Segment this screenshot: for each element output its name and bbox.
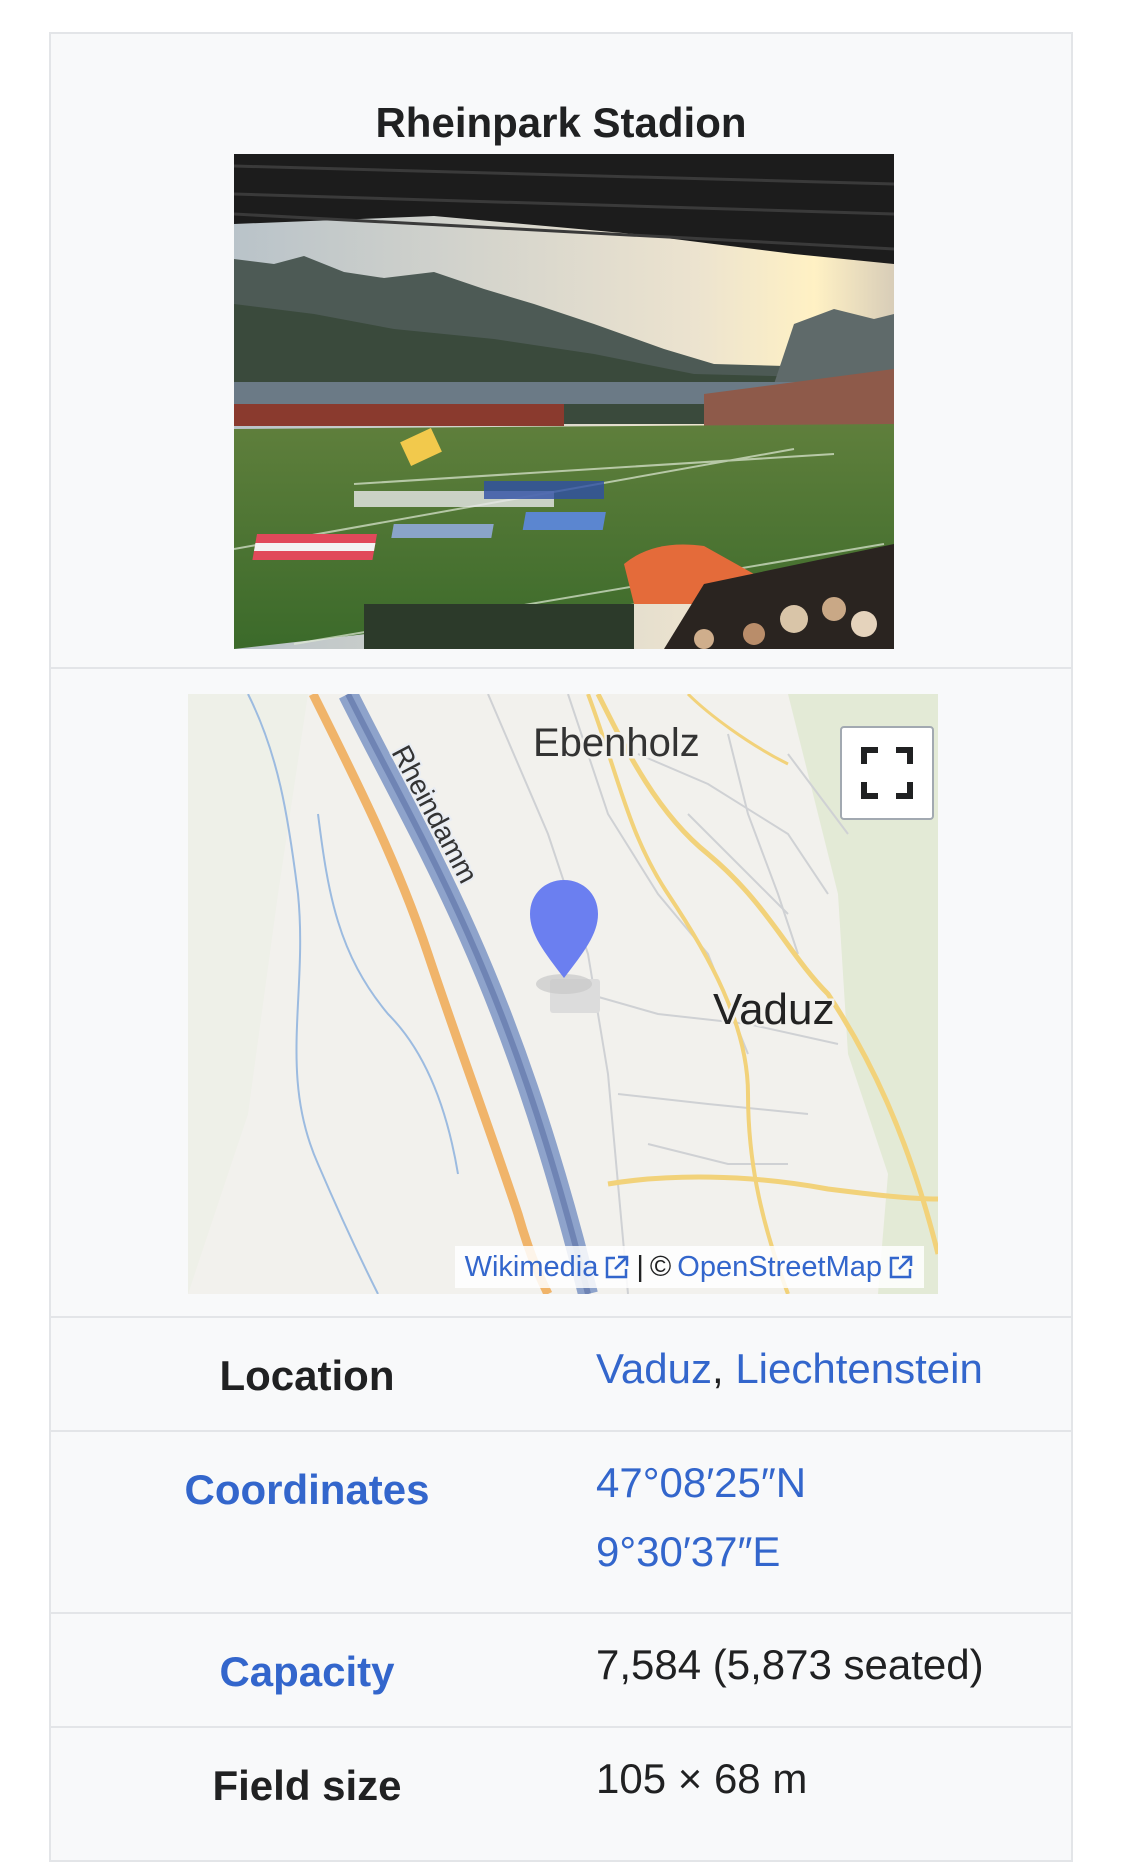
location-label: Location bbox=[219, 1352, 395, 1399]
map-label-ebenholz: Ebenholz bbox=[533, 721, 700, 765]
divider bbox=[51, 1316, 1071, 1318]
vaduz-link[interactable]: Vaduz bbox=[596, 1345, 712, 1392]
copyright-symbol: © bbox=[649, 1250, 672, 1283]
location-map[interactable]: Ebenholz Vaduz Rheindamm Wikimedia | © O… bbox=[188, 694, 938, 1294]
coordinates-link[interactable]: Coordinates bbox=[51, 1466, 563, 1514]
map-attribution: Wikimedia | © OpenStreetMap bbox=[454, 1246, 924, 1288]
location-comma: , bbox=[711, 1345, 724, 1392]
divider bbox=[51, 1612, 1071, 1614]
external-link-icon bbox=[889, 1255, 913, 1279]
field-size-label: Field size bbox=[212, 1762, 402, 1809]
map-label-vaduz: Vaduz bbox=[713, 985, 835, 1034]
longitude-link[interactable]: 9°30′37″E bbox=[596, 1517, 806, 1586]
fullscreen-icon bbox=[861, 747, 913, 799]
external-link-icon bbox=[606, 1255, 629, 1279]
wikimedia-link[interactable]: Wikimedia bbox=[465, 1251, 599, 1284]
divider bbox=[51, 1726, 1071, 1728]
coordinates-value[interactable]: 47°08′25″N 9°30′37″E bbox=[596, 1448, 806, 1586]
divider bbox=[51, 1430, 1071, 1432]
infobox-title: Rheinpark Stadion bbox=[375, 99, 747, 146]
field-size-value: 105 × 68 m bbox=[596, 1755, 808, 1802]
map-marker-icon[interactable] bbox=[530, 880, 598, 994]
stadium-photo-image bbox=[234, 154, 894, 649]
divider bbox=[51, 667, 1071, 669]
infobox: Rheinpark Stadion Ebenholz Vaduz Rheinda… bbox=[49, 32, 1073, 1862]
capacity-link[interactable]: Capacity bbox=[51, 1648, 563, 1696]
liechtenstein-link[interactable]: Liechtenstein bbox=[735, 1345, 983, 1392]
stadium-photo[interactable] bbox=[234, 154, 894, 649]
location-value: Vaduz, Liechtenstein bbox=[596, 1334, 983, 1403]
fullscreen-button[interactable] bbox=[840, 726, 934, 820]
capacity-value: 7,584 (5,873 seated) bbox=[596, 1641, 984, 1688]
map-canvas: Ebenholz Vaduz Rheindamm bbox=[188, 694, 938, 1294]
openstreetmap-link[interactable]: OpenStreetMap bbox=[677, 1251, 882, 1284]
attribution-separator: | bbox=[636, 1250, 644, 1283]
latitude-link[interactable]: 47°08′25″N bbox=[596, 1448, 806, 1517]
